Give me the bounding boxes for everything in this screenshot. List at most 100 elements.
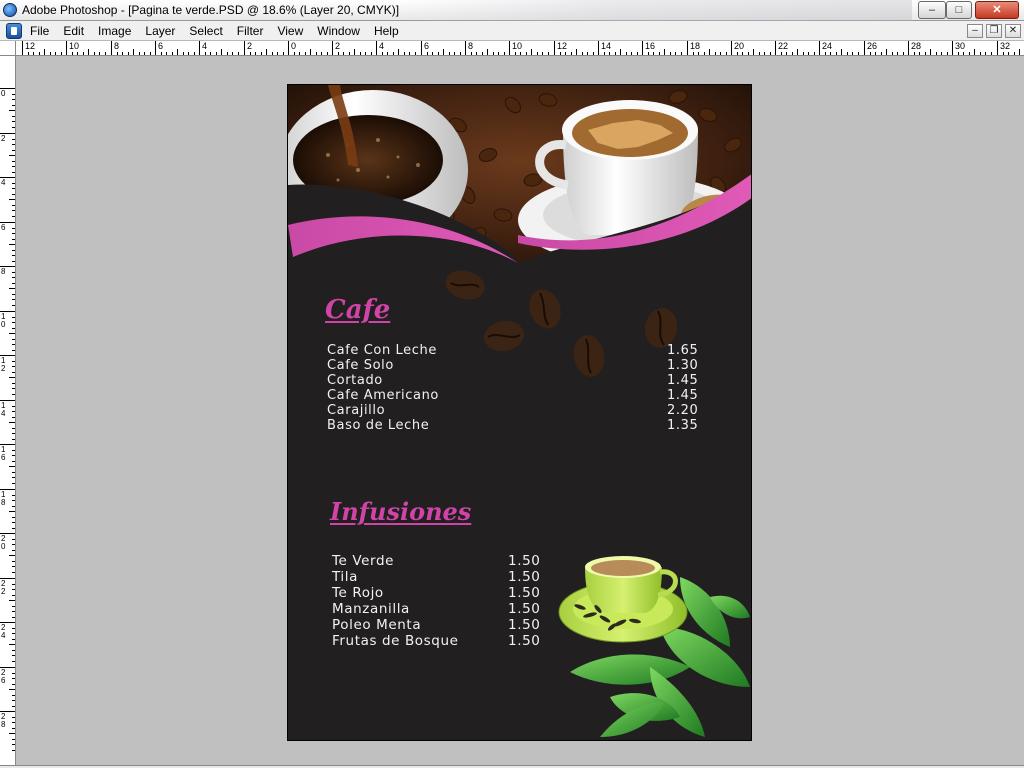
ruler-minor-tick xyxy=(12,500,15,501)
cafe-item: Baso de Leche 1.35 xyxy=(327,418,707,433)
menu-filter[interactable]: Filter xyxy=(237,24,264,38)
ruler-label: 2 xyxy=(247,41,253,51)
ruler-minor-tick xyxy=(12,539,15,540)
menu-view[interactable]: View xyxy=(277,24,303,38)
ruler-minor-tick xyxy=(12,139,15,140)
ruler-minor-tick xyxy=(12,233,15,234)
ruler-minor-tick xyxy=(609,52,610,55)
ruler-minor-tick xyxy=(316,52,317,55)
menu-help-label: Help xyxy=(373,24,399,38)
ruler-minor-tick xyxy=(177,49,178,55)
ruler-horizontal[interactable]: 12 10 8 6 4 2 0 2 4 6 8 10 12 14 16 18 20 22 24 26 28 30 32 xyxy=(0,41,1024,56)
ruler-minor-tick xyxy=(216,52,217,55)
ruler-label: 10 xyxy=(512,41,523,51)
ruler-minor-tick xyxy=(659,52,660,55)
ruler-major-tick xyxy=(908,41,909,55)
infusion-item: Te Rojo 1.50 xyxy=(332,585,552,601)
ruler-corner[interactable] xyxy=(0,41,16,56)
item-price: 1.50 xyxy=(508,617,541,633)
ruler-minor-tick xyxy=(797,49,798,55)
menu-file[interactable]: File xyxy=(30,24,49,38)
ruler-minor-tick xyxy=(12,328,15,329)
item-name: Cortado xyxy=(327,373,383,388)
ruler-minor-tick xyxy=(12,439,15,440)
ruler-minor-tick xyxy=(720,52,721,55)
ruler-minor-tick xyxy=(194,52,195,55)
ruler-major-tick xyxy=(997,41,998,55)
restore-button[interactable]: □ xyxy=(946,1,972,19)
ruler-minor-tick xyxy=(12,317,15,318)
ruler-minor-tick xyxy=(12,216,15,217)
menu-view-label: View xyxy=(277,24,304,38)
ruler-minor-tick xyxy=(188,52,189,55)
ruler-minor-tick xyxy=(792,52,793,55)
ruler-vertical[interactable]: 0 2 4 6 8 10 12 14 16 18 20 22 24 26 28 xyxy=(0,56,16,768)
cafe-item: Carajillo 2.20 xyxy=(327,403,707,418)
ruler-major-tick xyxy=(376,41,377,55)
cafe-item: Cafe Solo 1.30 xyxy=(327,358,707,373)
minimize-button[interactable]: – xyxy=(918,1,946,19)
document-canvas[interactable]: Cafe Cafe Con Leche 1.65 Cafe Solo 1.30 Co… xyxy=(287,84,752,741)
ruler-minor-tick xyxy=(12,528,15,529)
menu-select[interactable]: Select xyxy=(189,24,222,38)
ruler-minor-tick xyxy=(12,728,15,729)
ruler-minor-tick xyxy=(382,52,383,55)
ruler-label: 30 xyxy=(955,41,966,51)
photoshop-app-icon[interactable] xyxy=(3,3,17,17)
doc-restore-button[interactable]: ❐ xyxy=(986,24,1002,38)
ruler-major-tick xyxy=(598,41,599,55)
doc-minimize-button[interactable]: – xyxy=(967,24,983,38)
ruler-minor-tick xyxy=(12,589,15,590)
menu-select-label: Select xyxy=(189,24,223,38)
item-name: Carajillo xyxy=(327,403,386,418)
ruler-minor-tick xyxy=(748,52,749,55)
ruler-minor-tick xyxy=(852,52,853,55)
menu-window[interactable]: Window xyxy=(317,24,360,38)
menu-edit[interactable]: Edit xyxy=(63,24,84,38)
ruler-minor-tick xyxy=(847,52,848,55)
ruler-minor-tick xyxy=(12,428,15,429)
ruler-minor-tick xyxy=(438,52,439,55)
document-icon[interactable] xyxy=(6,23,22,39)
ruler-major-tick xyxy=(731,41,732,55)
ruler-minor-tick xyxy=(9,555,15,556)
ruler-label: 4 xyxy=(1,178,6,187)
infusion-item: Te Verde 1.50 xyxy=(332,553,552,569)
ruler-minor-tick xyxy=(72,52,73,55)
cafe-title: Cafe xyxy=(325,295,391,325)
ruler-minor-tick xyxy=(12,483,15,484)
ruler-minor-tick xyxy=(526,52,527,55)
item-price: 1.35 xyxy=(667,418,699,433)
ruler-minor-tick xyxy=(12,561,15,562)
close-button[interactable]: ✕ xyxy=(975,1,1019,19)
ruler-minor-tick xyxy=(12,239,15,240)
ruler-minor-tick xyxy=(12,94,15,95)
ruler-label: 12 xyxy=(557,41,568,51)
ruler-minor-tick xyxy=(925,52,926,55)
ruler-major-tick xyxy=(952,41,953,55)
item-price: 1.50 xyxy=(508,601,541,617)
taskbar-ghost-strip xyxy=(400,0,912,21)
ruler-minor-tick xyxy=(12,722,15,723)
ruler-minor-tick xyxy=(460,52,461,55)
ruler-minor-tick xyxy=(12,678,15,679)
menu-image[interactable]: Image xyxy=(98,24,131,38)
ruler-minor-tick xyxy=(12,611,15,612)
item-price: 1.30 xyxy=(667,358,699,373)
ruler-minor-tick xyxy=(675,52,676,55)
ruler-minor-tick xyxy=(227,52,228,55)
ruler-minor-tick xyxy=(12,700,15,701)
menu-help[interactable]: Help xyxy=(374,24,399,38)
cafe-item: Cortado 1.45 xyxy=(327,373,707,388)
ruler-minor-tick xyxy=(321,52,322,55)
infusiones-menu-list: Te Verde 1.50 Tila 1.50 Te Rojo 1.50 Manzan… xyxy=(332,553,552,649)
ruler-minor-tick xyxy=(12,255,15,256)
ruler-minor-tick xyxy=(764,52,765,55)
ruler-minor-tick xyxy=(620,49,621,55)
ruler-minor-tick xyxy=(565,52,566,55)
menu-layer[interactable]: Layer xyxy=(145,24,175,38)
coffee-bean-icon xyxy=(445,270,485,300)
doc-close-button[interactable]: ✕ xyxy=(1005,24,1021,38)
item-name: Cafe Con Leche xyxy=(327,343,437,358)
ruler-minor-tick xyxy=(476,52,477,55)
